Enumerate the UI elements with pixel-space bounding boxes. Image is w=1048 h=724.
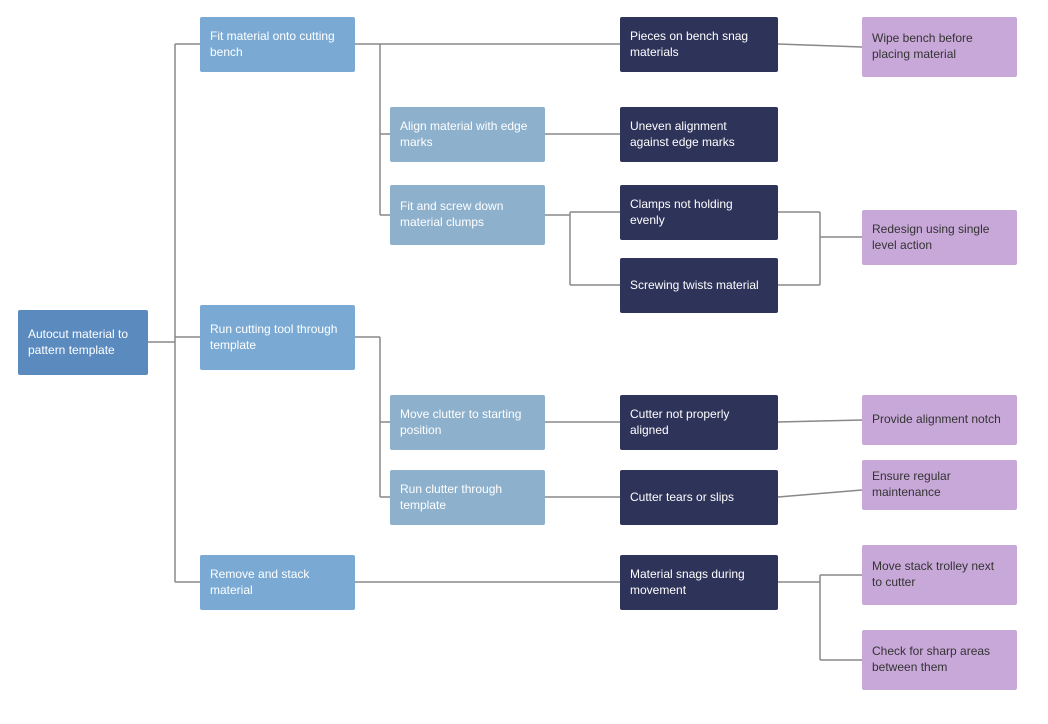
node-l2-screw: Fit and screw down material clumps [390, 185, 545, 245]
node-p-cutter: Cutter not properly aligned [620, 395, 778, 450]
node-s-maintenance: Ensure regular maintenance [862, 460, 1017, 510]
node-l1-fit: Fit material onto cutting bench [200, 17, 355, 72]
node-p-screwing: Screwing twists material [620, 258, 778, 313]
node-s-wipe: Wipe bench before placing material [862, 17, 1017, 77]
node-p-snags: Material snags during movement [620, 555, 778, 610]
node-root: Autocut material to pattern template [18, 310, 148, 375]
node-p-tears: Cutter tears or slips [620, 470, 778, 525]
node-s-notch: Provide alignment notch [862, 395, 1017, 445]
node-p-clamps: Clamps not holding evenly [620, 185, 778, 240]
node-l2-runclutter: Run clutter through template [390, 470, 545, 525]
diagram-container: Autocut material to pattern template Fit… [0, 0, 1048, 724]
node-l2-move: Move clutter to starting position [390, 395, 545, 450]
node-s-sharp: Check for sharp areas between them [862, 630, 1017, 690]
node-p-uneven: Uneven alignment against edge marks [620, 107, 778, 162]
node-s-redesign: Redesign using single level action [862, 210, 1017, 265]
node-l1-remove: Remove and stack material [200, 555, 355, 610]
node-l1-run: Run cutting tool through template [200, 305, 355, 370]
node-p-pieces: Pieces on bench snag materials [620, 17, 778, 72]
node-s-trolley: Move stack trolley next to cutter [862, 545, 1017, 605]
node-l2-align: Align material with edge marks [390, 107, 545, 162]
